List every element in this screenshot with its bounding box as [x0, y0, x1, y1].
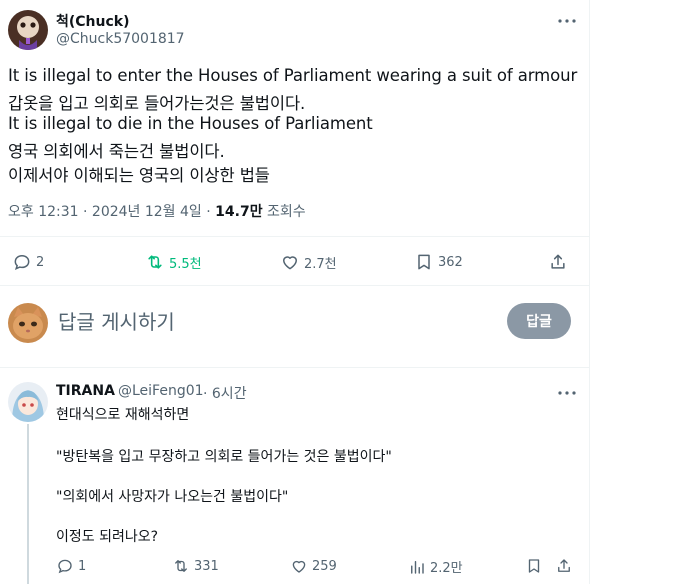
reply-bookmark-button[interactable]: [525, 557, 543, 575]
divider: [0, 236, 590, 237]
reply-reply-button[interactable]: 1: [56, 557, 86, 575]
tweet-text-line: It is illegal to die in the Houses of Pa…: [8, 114, 373, 133]
views-label: 조회수: [262, 204, 306, 220]
reply-like-count: 259: [312, 558, 337, 574]
reply-retweet-count: 331: [194, 558, 219, 574]
views-icon: [411, 560, 424, 574]
reply-author-avatar[interactable]: [8, 382, 48, 422]
reply-count: 2: [36, 254, 45, 270]
author-handle[interactable]: @Chuck57001817: [56, 31, 185, 47]
share-icon: [551, 254, 565, 269]
reply-input[interactable]: 답글 게시하기: [58, 306, 175, 335]
timeline-column: 척(Chuck) @Chuck57001817 It is illegal to…: [0, 0, 590, 584]
share-button[interactable]: [548, 252, 568, 272]
divider: [0, 367, 590, 368]
reply-icon: [14, 254, 30, 271]
author-avatar[interactable]: [8, 10, 48, 50]
reply-text-line: 현대식으로 재해석하면: [56, 407, 190, 423]
share-icon: [558, 559, 570, 572]
divider: [0, 285, 590, 286]
user-avatar[interactable]: [8, 303, 48, 343]
author-name[interactable]: 척(Chuck): [56, 11, 130, 31]
reply-submit-button[interactable]: 답글: [507, 303, 571, 339]
reply-like-button[interactable]: 259: [290, 557, 337, 575]
like-count: 2.7천: [304, 256, 337, 272]
bookmark-button[interactable]: 362: [414, 252, 463, 272]
tweet-timestamp[interactable]: 오후 12:31 · 2024년 12월 4일 ·: [8, 204, 215, 220]
like-icon: [283, 256, 297, 270]
views-count: 14.7만: [215, 204, 263, 220]
tweet-text-line: 영국 의회에서 죽는건 불법이다.: [8, 142, 225, 161]
reply-author-handle[interactable]: @LeiFeng01: [118, 383, 204, 399]
bookmark-count: 362: [438, 254, 463, 270]
reply-text-line: "의회에서 사망자가 나오는건 불법이다": [56, 489, 289, 505]
reply-reply-count: 1: [78, 558, 87, 574]
reply-text-line: 이정도 되려나오?: [56, 529, 159, 545]
reply-retweet-button[interactable]: 331: [172, 557, 219, 575]
like-button[interactable]: 2.7천: [280, 252, 337, 272]
reply-views-count: 2.2만: [430, 561, 463, 576]
more-icon[interactable]: [557, 11, 577, 31]
retweet-icon: [175, 560, 187, 572]
bookmark-icon: [418, 254, 430, 270]
tweet-text-line: 갑옷을 입고 의회로 들어가는것은 불법이다.: [8, 94, 306, 113]
reply-views-button[interactable]: 2.2만: [408, 557, 463, 576]
reply-icon: [58, 559, 72, 574]
bookmark-icon: [528, 559, 540, 573]
reply-button[interactable]: 2: [12, 252, 44, 272]
more-icon[interactable]: [557, 383, 577, 403]
reply-author-name[interactable]: TIRANA: [56, 383, 115, 399]
thread-line: [27, 424, 29, 584]
reply-share-button[interactable]: [555, 557, 573, 575]
retweet-count: 5.5천: [169, 256, 202, 272]
retweet-icon: [148, 255, 162, 269]
retweet-button[interactable]: 5.5천: [145, 252, 202, 272]
like-icon: [292, 560, 306, 573]
tweet-meta: 오후 12:31 · 2024년 12월 4일 · 14.7만 조회수: [8, 201, 306, 221]
reply-text-line: "방탄복을 입고 무장하고 의회로 들어가는 것은 불법이다": [56, 449, 392, 465]
tweet-text-line: 이제서야 이해되는 영국의 이상한 법들: [8, 166, 270, 185]
reply-time[interactable]: · 6시간: [203, 383, 247, 403]
tweet-text-line: It is illegal to enter the Houses of Par…: [8, 66, 578, 85]
